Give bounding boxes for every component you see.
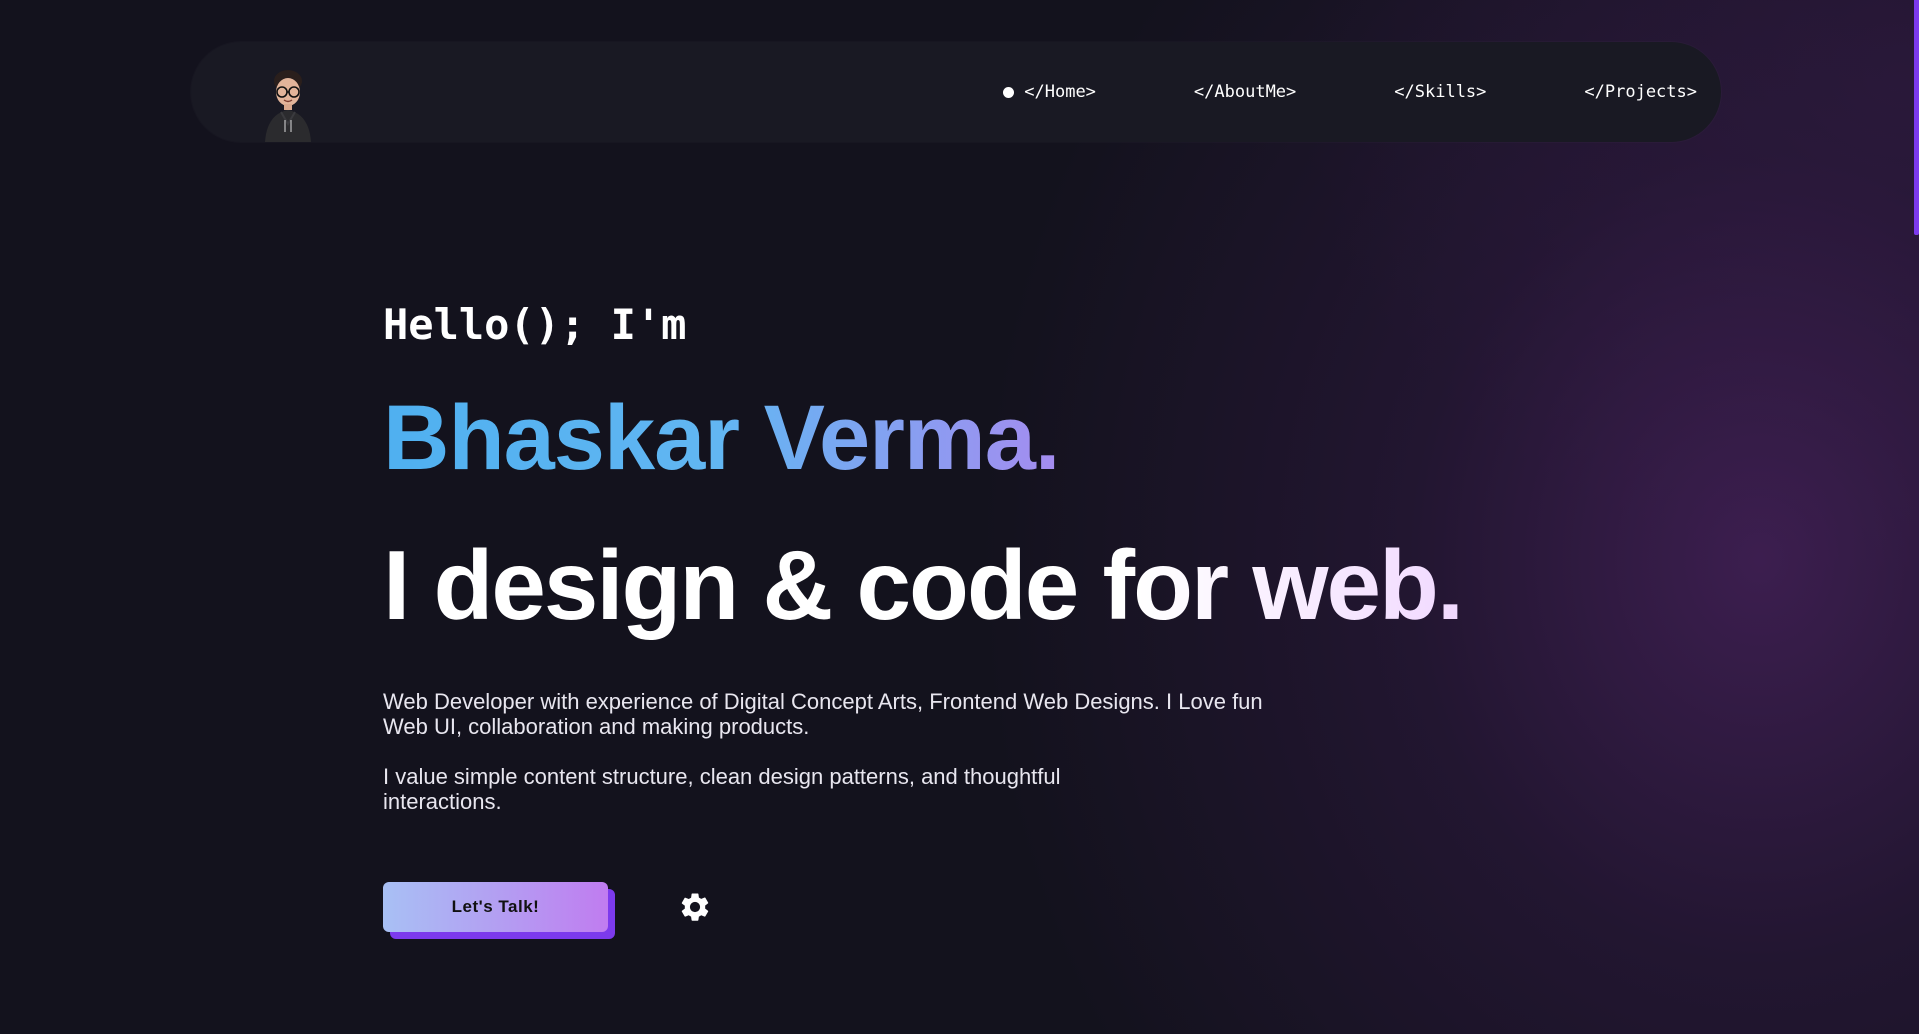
nav-links: </Home> </AboutMe> </Skills> </Projects> [1003, 42, 1697, 142]
hero-description-2: I value simple content structure, clean … [383, 764, 1061, 814]
hero-greeting: Hello(); I'm [383, 300, 687, 349]
nav-item-skills[interactable]: </Skills> [1394, 82, 1486, 102]
nav-item-label: </Skills> [1394, 82, 1487, 102]
nav-item-home[interactable]: </Home> [1003, 82, 1096, 102]
hero-description-1: Web Developer with experience of Digital… [383, 689, 1263, 739]
avatar-icon[interactable] [261, 68, 315, 142]
nav-item-label: </Projects> [1584, 82, 1697, 102]
nav-item-label: </AboutMe> [1193, 82, 1297, 102]
scrollbar-thumb[interactable] [1914, 0, 1919, 235]
nav-item-aboutme[interactable]: </AboutMe> [1194, 82, 1296, 102]
hero-tagline: I design & code for web. [383, 530, 1464, 640]
navbar: </Home> </AboutMe> </Skills> </Projects> [191, 42, 1721, 142]
hero-name: Bhaskar Verma. [383, 387, 1060, 489]
scrollbar[interactable] [1914, 0, 1919, 1034]
cta-wrapper: Let's Talk! [383, 882, 615, 942]
gear-icon-svg [681, 893, 709, 921]
nav-item-projects[interactable]: </Projects> [1584, 82, 1697, 102]
background-glow [0, 0, 1919, 1034]
gear-icon[interactable] [678, 890, 712, 924]
active-dot-icon [1003, 86, 1015, 98]
avatar-illustration [265, 70, 311, 142]
nav-item-label: </Home> [1024, 82, 1096, 102]
lets-talk-button[interactable]: Let's Talk! [383, 882, 608, 932]
